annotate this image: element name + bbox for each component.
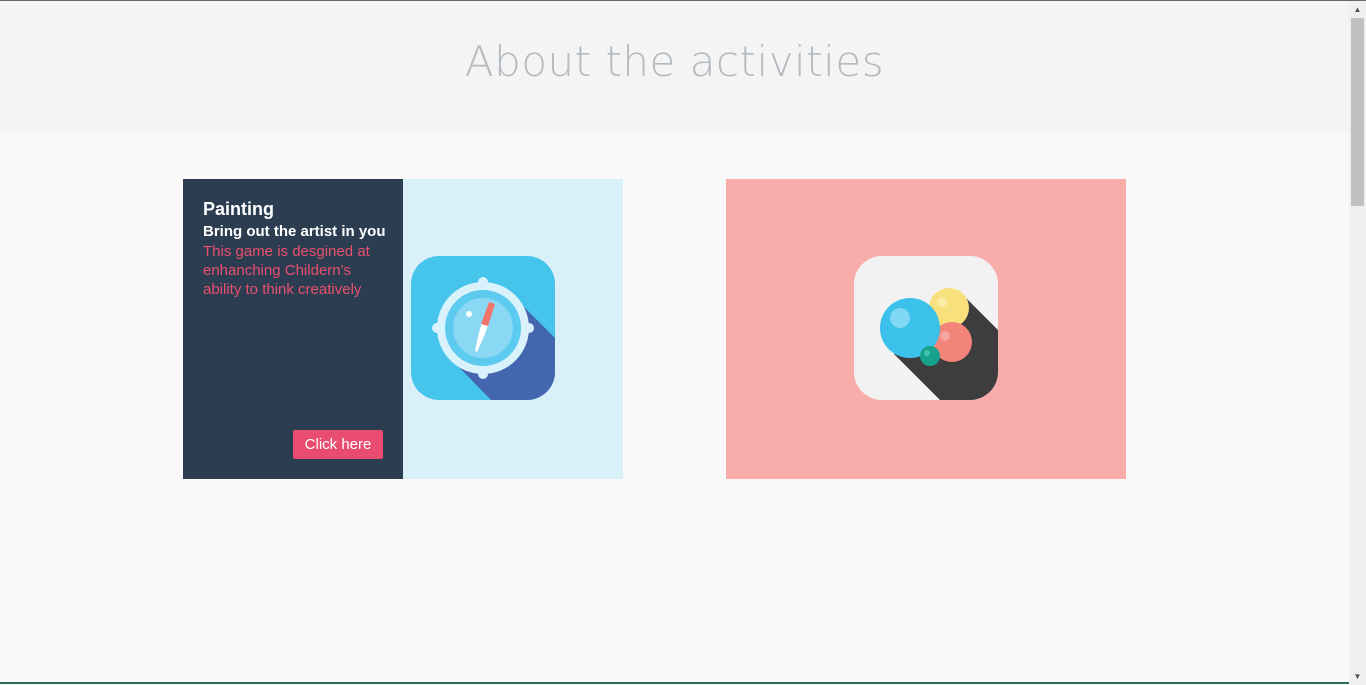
- click-here-button[interactable]: Click here: [293, 430, 383, 459]
- activity-card-painting: Painting Bring out the artist in you Thi…: [183, 179, 623, 479]
- vertical-scrollbar[interactable]: ▲ ▼: [1349, 1, 1366, 685]
- bubbles-icon: [854, 256, 998, 400]
- page-title: About the activities: [464, 37, 885, 86]
- card-info-panel: Painting Bring out the artist in you Thi…: [183, 179, 403, 479]
- card-description: This game is desgined at enhanching Chil…: [203, 243, 370, 298]
- card-subtitle: Bring out the artist in you: [203, 223, 386, 240]
- section-header: About the activities: [0, 1, 1349, 133]
- compass-icon: [411, 256, 555, 400]
- scroll-up-arrow-icon[interactable]: ▲: [1349, 1, 1366, 18]
- card-title: Painting: [203, 199, 274, 219]
- activity-card-bubbles: [726, 179, 1126, 479]
- scroll-down-arrow-icon[interactable]: ▼: [1349, 668, 1366, 685]
- scrollbar-thumb[interactable]: [1351, 18, 1364, 206]
